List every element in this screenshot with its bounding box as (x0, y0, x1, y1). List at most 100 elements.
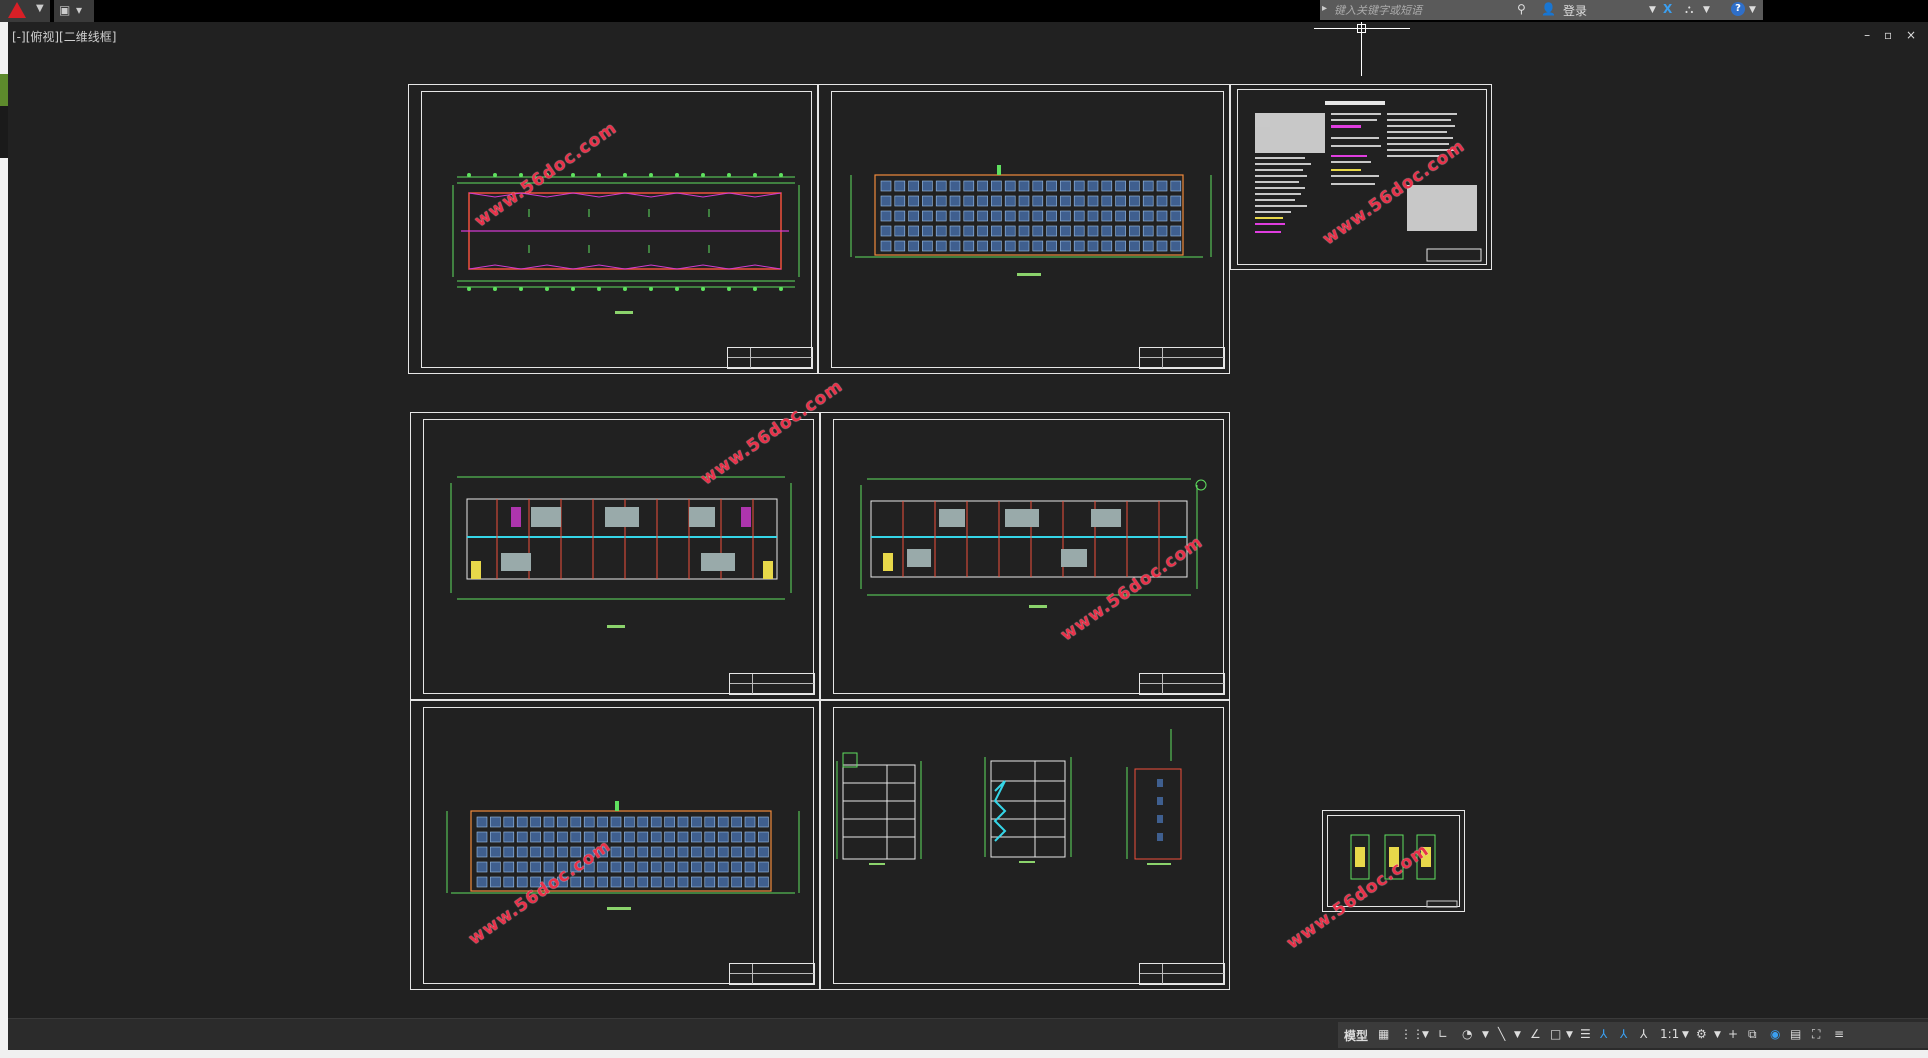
drawing-sheet-stair-detail[interactable]: www.56doc.com (1283, 810, 1465, 953)
elevation-window (557, 816, 568, 828)
exchange-icon[interactable]: X (1663, 2, 1672, 16)
elevation-window (922, 195, 933, 207)
model-space-button[interactable]: 模型 (1344, 1027, 1368, 1044)
gear-icon[interactable]: ⚙ (1696, 1027, 1707, 1041)
elevation-window (717, 861, 729, 873)
elevation-window (1101, 210, 1113, 222)
snap-dropdown-icon[interactable]: ▼ (1422, 1030, 1429, 1040)
drawing-sheet-north-elevation[interactable]: www.56doc.com (410, 700, 820, 990)
elevation-window (677, 816, 689, 828)
elevation-window (935, 195, 947, 207)
elevation-window (1142, 180, 1154, 192)
annotation-visibility-icon[interactable]: ⅄ (1600, 1027, 1607, 1041)
elevation-window (935, 225, 947, 237)
elevation-window (664, 846, 675, 858)
polar-dropdown-icon[interactable]: ▼ (1482, 1030, 1489, 1040)
elevation-window (1115, 210, 1126, 222)
elevation-window (1115, 240, 1126, 252)
polar-icon[interactable]: ◔ (1462, 1027, 1472, 1041)
otrack-icon[interactable]: ∠ (1530, 1027, 1541, 1041)
elevation-window (1170, 240, 1182, 252)
elevation-window (1046, 225, 1057, 237)
workspace-dropdown-icon[interactable]: ▼ (1714, 1030, 1721, 1040)
elevation-window (1156, 210, 1168, 222)
fullscreen-icon[interactable]: ⛶ (1812, 1027, 1820, 1042)
plus-icon[interactable]: + (1728, 1027, 1738, 1041)
elevation-window (744, 861, 756, 873)
application-menu-button[interactable]: ▼ (0, 0, 50, 22)
design-notes-drawing (1255, 101, 1482, 262)
elevation-window (894, 225, 906, 237)
elevation-window (516, 861, 528, 873)
lineweight-icon[interactable]: ☰ (1580, 1027, 1591, 1041)
elevation-window (1142, 240, 1154, 252)
elevation-window (949, 240, 961, 252)
user-icon[interactable]: 👤 (1541, 2, 1556, 16)
elevation-window (731, 831, 742, 843)
help-icon[interactable]: ? (1731, 2, 1745, 16)
drawing-sheet-roof-plan[interactable]: www.56doc.com (408, 84, 818, 374)
elevation-window (624, 876, 635, 888)
isolate-icon[interactable]: ⧉ (1748, 1027, 1757, 1042)
drawing-window-controls: – ▫ × (1854, 28, 1916, 42)
elevation-window (624, 816, 635, 828)
elevation-window (691, 831, 702, 843)
elevation-window (1101, 195, 1113, 207)
drawing-sheet-standard-floor-plan[interactable]: www.56doc.com (820, 412, 1230, 700)
elevation-window (744, 816, 756, 828)
drawing-sheet-design-notes[interactable]: www.56doc.com (1230, 84, 1492, 270)
elevation-window (977, 210, 988, 222)
elevation-window (503, 816, 515, 828)
login-dropdown-icon[interactable]: ▼ (1649, 5, 1656, 15)
customize-icon[interactable]: ≡ (1834, 1027, 1844, 1041)
elevation-window (1170, 210, 1182, 222)
elevation-window (935, 210, 947, 222)
elevation-window (1073, 180, 1085, 192)
elevation-window (704, 846, 716, 858)
search-input[interactable] (1332, 2, 1501, 18)
scale-dropdown-icon[interactable]: ▼ (1682, 1030, 1689, 1040)
viewport-controls-label[interactable]: [-][俯视][二维线框] (12, 28, 116, 45)
login-button[interactable]: 登录 (1563, 2, 1587, 19)
osnap-icon[interactable]: □ (1550, 1027, 1561, 1041)
isodraft-dropdown-icon[interactable]: ▼ (1514, 1030, 1521, 1040)
elevation-window (1032, 195, 1044, 207)
elevation-window (1073, 195, 1085, 207)
help-dropdown-icon[interactable]: ▼ (1749, 5, 1756, 15)
elevation-window (894, 180, 906, 192)
restore-icon[interactable]: ▫ (1884, 28, 1892, 42)
snap-icon[interactable]: ⋮⋮ (1400, 1027, 1424, 1041)
qat-dropdown-icon[interactable]: ▾ (76, 3, 82, 17)
elevation-window (583, 816, 595, 828)
drawing-sheet-first-floor-plan[interactable]: www.56doc.com (410, 376, 847, 700)
elevation-window (717, 876, 729, 888)
elevation-window (610, 831, 622, 843)
elevation-window (704, 861, 716, 873)
minimize-icon[interactable]: – (1864, 28, 1870, 42)
a360-icon[interactable]: ⛬ (1685, 2, 1693, 17)
clean-screen-icon[interactable]: ▤ (1790, 1027, 1801, 1041)
elevation-window (664, 816, 675, 828)
drawing-sheet-south-elevation[interactable] (818, 84, 1230, 374)
search-box: ▸ (1320, 0, 1513, 20)
annotation-scale-icon[interactable]: ⅄ (1640, 1027, 1647, 1041)
auto-scale-icon[interactable]: ⅄ (1620, 1027, 1627, 1041)
binoculars-icon[interactable]: ⚲ (1517, 2, 1526, 16)
elevation-window (650, 861, 662, 873)
elevation-window (543, 846, 555, 858)
ortho-icon[interactable]: ∟ (1438, 1027, 1448, 1041)
osnap-dropdown-icon[interactable]: ▼ (1566, 1030, 1573, 1040)
expand-arrow-icon[interactable]: ▸ (1322, 3, 1327, 14)
elevation-window (880, 195, 892, 207)
elevation-window (677, 831, 689, 843)
isodraft-icon[interactable]: ╲ (1498, 1027, 1505, 1041)
close-icon[interactable]: × (1906, 28, 1916, 42)
grid-icon[interactable]: ▦ (1378, 1027, 1389, 1041)
drawing-sheet-sections[interactable] (820, 700, 1230, 990)
save-icon[interactable]: ▣ (59, 3, 70, 17)
annotation-scale-label[interactable]: 1:1 (1660, 1027, 1679, 1041)
a360-dropdown-icon[interactable]: ▼ (1703, 5, 1710, 15)
elevation-window (758, 846, 769, 858)
elevation-window (597, 816, 608, 828)
hardware-accel-icon[interactable]: ◉ (1770, 1027, 1780, 1041)
